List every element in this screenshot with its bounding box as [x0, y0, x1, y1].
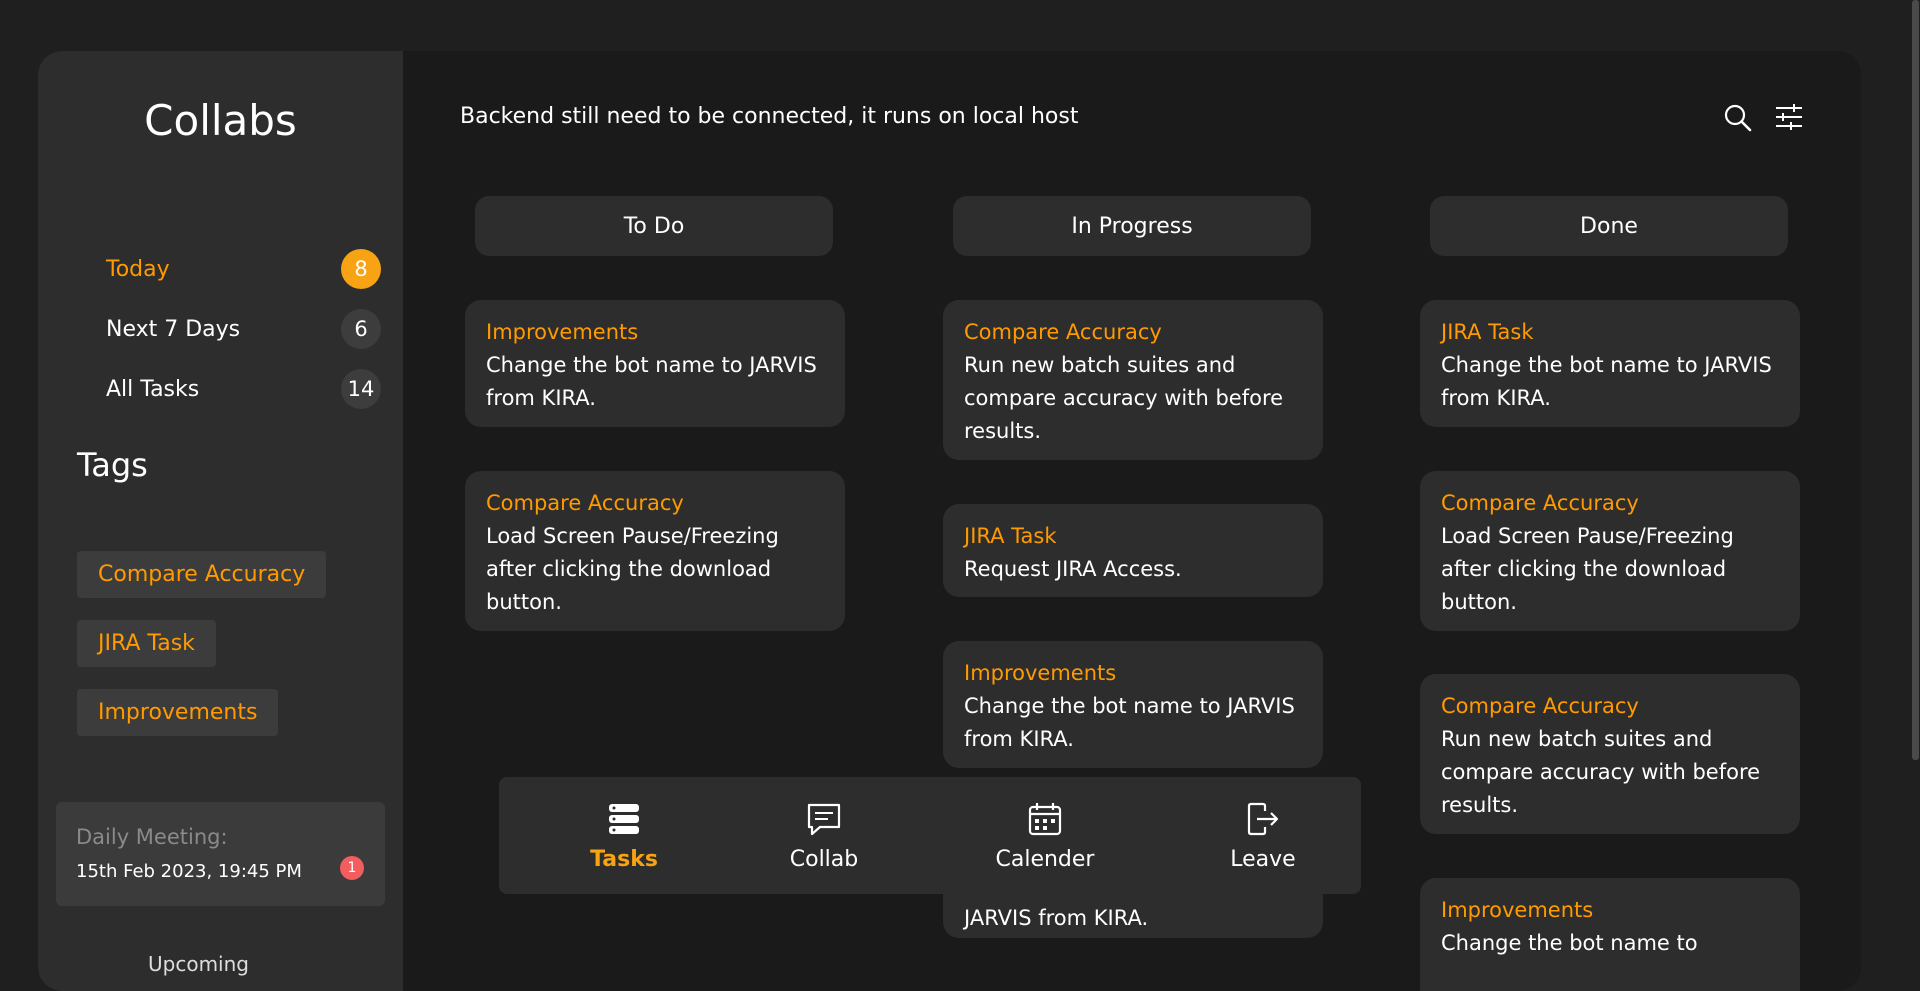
card-text: Request JIRA Access. — [964, 557, 1182, 581]
card-tag: Compare Accuracy — [1441, 491, 1639, 515]
column-header-done[interactable]: Done — [1430, 196, 1788, 256]
card-text: Run new batch suites and compare accurac… — [964, 353, 1284, 443]
nav-item-today[interactable]: Today 8 — [106, 247, 381, 291]
backend-notice: Backend still need to be connected, it r… — [460, 104, 1079, 129]
bottom-nav-bar: Tasks Collab Calender Leave — [499, 777, 1361, 894]
calendar-icon — [1028, 803, 1062, 836]
card-text: Run new batch suites and compare accurac… — [1441, 727, 1761, 817]
nav-collab-button[interactable]: Collab — [739, 777, 909, 894]
card-tag: JIRA Task — [1441, 320, 1534, 344]
meeting-label: Daily Meeting: — [76, 825, 228, 849]
task-card[interactable]: Compare Accuracy Run new batch suites an… — [943, 300, 1323, 460]
task-card[interactable]: JIRA Task Request JIRA Access. — [943, 504, 1323, 597]
card-text: Load Screen Pause/Freezing after clickin… — [486, 524, 779, 614]
task-card[interactable]: Compare Accuracy Load Screen Pause/Freez… — [1420, 471, 1800, 631]
card-tag: Improvements — [1441, 898, 1594, 922]
card-tag: Compare Accuracy — [486, 491, 684, 515]
nav-item-all-tasks[interactable]: All Tasks 14 — [106, 367, 381, 411]
tasks-stack-icon — [609, 804, 639, 834]
tag-chip-jira-task[interactable]: JIRA Task — [77, 620, 216, 667]
card-tag: Improvements — [486, 320, 639, 344]
nav-leave-button[interactable]: Leave — [1178, 777, 1348, 894]
card-text: Change the bot name to — [1441, 931, 1698, 955]
nav-count-badge: 6 — [341, 309, 381, 349]
daily-meeting-card[interactable]: Daily Meeting: 15th Feb 2023, 19:45 PM 1 — [56, 802, 385, 906]
nav-item-label: All Tasks — [106, 376, 200, 402]
app-window: Collabs Today 8 Next 7 Days 6 All Tasks … — [38, 51, 1861, 991]
task-card[interactable]: Compare Accuracy Load Screen Pause/Freez… — [465, 471, 845, 631]
card-text: JARVIS from KIRA. — [964, 906, 1149, 930]
task-card[interactable]: Compare Accuracy Run new batch suites an… — [1420, 674, 1800, 834]
brand-title: Collabs — [144, 96, 297, 145]
nav-collab-label: Collab — [789, 847, 859, 872]
nav-item-next-7-days[interactable]: Next 7 Days 6 — [106, 307, 381, 351]
chat-icon — [807, 803, 841, 836]
upcoming-label: Upcoming — [148, 952, 249, 976]
card-tag: Compare Accuracy — [964, 320, 1162, 344]
task-card[interactable]: Improvements Change the bot name to JARV… — [465, 300, 845, 427]
nav-item-label: Today — [106, 256, 170, 282]
task-card[interactable]: JIRA Task Change the bot name to JARVIS … — [1420, 300, 1800, 427]
task-card[interactable]: Improvements Change the bot name to JARV… — [943, 641, 1323, 768]
nav-tasks-button[interactable]: Tasks — [539, 777, 709, 894]
column-header-in-progress[interactable]: In Progress — [953, 196, 1311, 256]
nav-calendar-button[interactable]: Calender — [960, 777, 1130, 894]
column-header-to-do[interactable]: To Do — [475, 196, 833, 256]
card-text: Change the bot name to JARVIS from KIRA. — [964, 694, 1295, 751]
card-tag: JIRA Task — [964, 524, 1057, 548]
task-card[interactable]: Improvements Change the bot name to — [1420, 878, 1800, 991]
meeting-time: 15th Feb 2023, 19:45 PM — [76, 861, 302, 882]
card-tag: Improvements — [964, 661, 1117, 685]
nav-count-badge: 8 — [341, 249, 381, 289]
tag-chip-compare-accuracy[interactable]: Compare Accuracy — [77, 551, 327, 598]
tags-heading: Tags — [77, 446, 148, 484]
nav-tasks-label: Tasks — [590, 847, 658, 872]
page-scrollbar-thumb[interactable] — [1912, 0, 1919, 760]
search-icon[interactable] — [1721, 101, 1755, 135]
card-text: Change the bot name to JARVIS from KIRA. — [1441, 353, 1772, 410]
sidebar: Collabs Today 8 Next 7 Days 6 All Tasks … — [38, 51, 403, 991]
tag-chip-improvements[interactable]: Improvements — [77, 689, 279, 736]
card-tag: Compare Accuracy — [1441, 694, 1639, 718]
nav-item-label: Next 7 Days — [106, 316, 241, 342]
logout-icon — [1247, 802, 1279, 836]
nav-leave-label: Leave — [1230, 847, 1296, 872]
filter-sliders-icon[interactable] — [1772, 101, 1806, 135]
card-text: Load Screen Pause/Freezing after clickin… — [1441, 524, 1734, 614]
nav-count-badge: 14 — [341, 369, 381, 409]
card-text: Change the bot name to JARVIS from KIRA. — [486, 353, 817, 410]
nav-calendar-label: Calender — [995, 847, 1095, 872]
notification-badge: 1 — [340, 856, 364, 880]
